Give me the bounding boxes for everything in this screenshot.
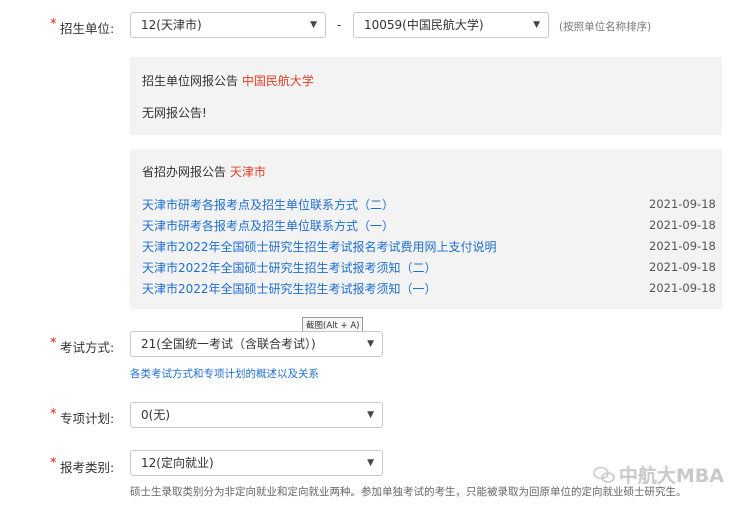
- school-notice-title: 招生单位网报公告 中国民航大学: [142, 72, 314, 89]
- chevron-down-icon: ▼: [367, 458, 374, 468]
- notice-link[interactable]: 天津市2022年全国硕士研究生招生考试报名考试费用网上支付说明: [142, 238, 497, 255]
- school-notice-content: 无网报公告!: [142, 106, 207, 120]
- province-notice-title-name: 天津市: [229, 165, 266, 179]
- unit-label: 招生单位:: [60, 21, 115, 36]
- notice-link[interactable]: 天津市2022年全国硕士研究生招生考试报考须知（二）: [142, 259, 437, 276]
- notice-link[interactable]: 天津市研考各报考点及招生单位联系方式（二）: [142, 196, 394, 213]
- chevron-down-icon: ▼: [367, 339, 374, 349]
- exam-mode-value: 21(全国统一考试（含联合考试）): [141, 337, 316, 351]
- province-select-value: 12(天津市): [141, 18, 202, 32]
- notice-date: 2021-09-18: [649, 218, 716, 232]
- notice-link[interactable]: 天津市研考各报考点及招生单位联系方式（一）: [142, 217, 394, 234]
- chevron-down-icon: ▼: [367, 410, 374, 420]
- apply-type-select[interactable]: 12(定向就业) ▼: [130, 450, 383, 476]
- watermark: 中航大MBA: [593, 461, 724, 488]
- notice-date: 2021-09-18: [649, 260, 716, 274]
- wechat-icon: [593, 466, 615, 483]
- watermark-text: 中航大MBA: [618, 465, 724, 487]
- chevron-down-icon: ▼: [310, 20, 317, 30]
- required-mark: *: [50, 17, 57, 32]
- special-plan-value: 0(无): [141, 408, 170, 422]
- required-mark: *: [50, 456, 57, 471]
- special-plan-select[interactable]: 0(无) ▼: [130, 402, 383, 428]
- province-notice-title: 省招办网报公告 天津市: [142, 163, 266, 180]
- notice-date: 2021-09-18: [649, 197, 716, 211]
- notice-link[interactable]: 天津市2022年全国硕士研究生招生考试报考须知（一）: [142, 280, 437, 297]
- apply-type-value: 12(定向就业): [141, 456, 214, 470]
- range-dash: -: [337, 18, 342, 32]
- required-mark: *: [50, 336, 57, 351]
- exam-mode-select[interactable]: 21(全国统一考试（含联合考试）) ▼: [130, 331, 383, 357]
- sort-hint: (按照单位名称排序): [559, 21, 652, 33]
- notice-date: 2021-09-18: [649, 281, 716, 295]
- chevron-down-icon: ▼: [533, 20, 540, 30]
- school-notice-title-prefix: 招生单位网报公告: [142, 74, 239, 88]
- province-notice-panel: 省招办网报公告 天津市 天津市研考各报考点及招生单位联系方式（二） 2021-0…: [130, 149, 722, 309]
- special-plan-label: 专项计划:: [60, 411, 115, 426]
- province-select[interactable]: 12(天津市) ▼: [130, 12, 326, 38]
- school-select-value: 10059(中国民航大学): [364, 18, 484, 32]
- province-notice-title-prefix: 省招办网报公告: [142, 165, 227, 179]
- school-notice-title-name: 中国民航大学: [241, 74, 314, 88]
- exam-mode-info-link[interactable]: 各类考试方式和专项计划的概述以及关系: [130, 366, 319, 381]
- required-mark: *: [50, 407, 57, 422]
- notice-date: 2021-09-18: [649, 239, 716, 253]
- exam-mode-label: 考试方式:: [60, 340, 115, 355]
- apply-type-label: 报考类别:: [60, 460, 115, 475]
- school-select[interactable]: 10059(中国民航大学) ▼: [353, 12, 549, 38]
- school-notice-panel: 招生单位网报公告 中国民航大学 无网报公告!: [130, 57, 722, 135]
